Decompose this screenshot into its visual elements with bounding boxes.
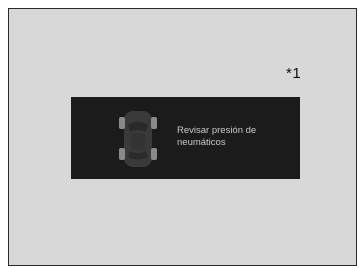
car-tire-pressure-icon bbox=[114, 105, 162, 173]
instrument-display: Revisar presión de neumáticos bbox=[71, 97, 300, 179]
tire-pressure-message: Revisar presión de neumáticos bbox=[177, 125, 257, 148]
footnote-marker: *1 bbox=[286, 65, 302, 82]
